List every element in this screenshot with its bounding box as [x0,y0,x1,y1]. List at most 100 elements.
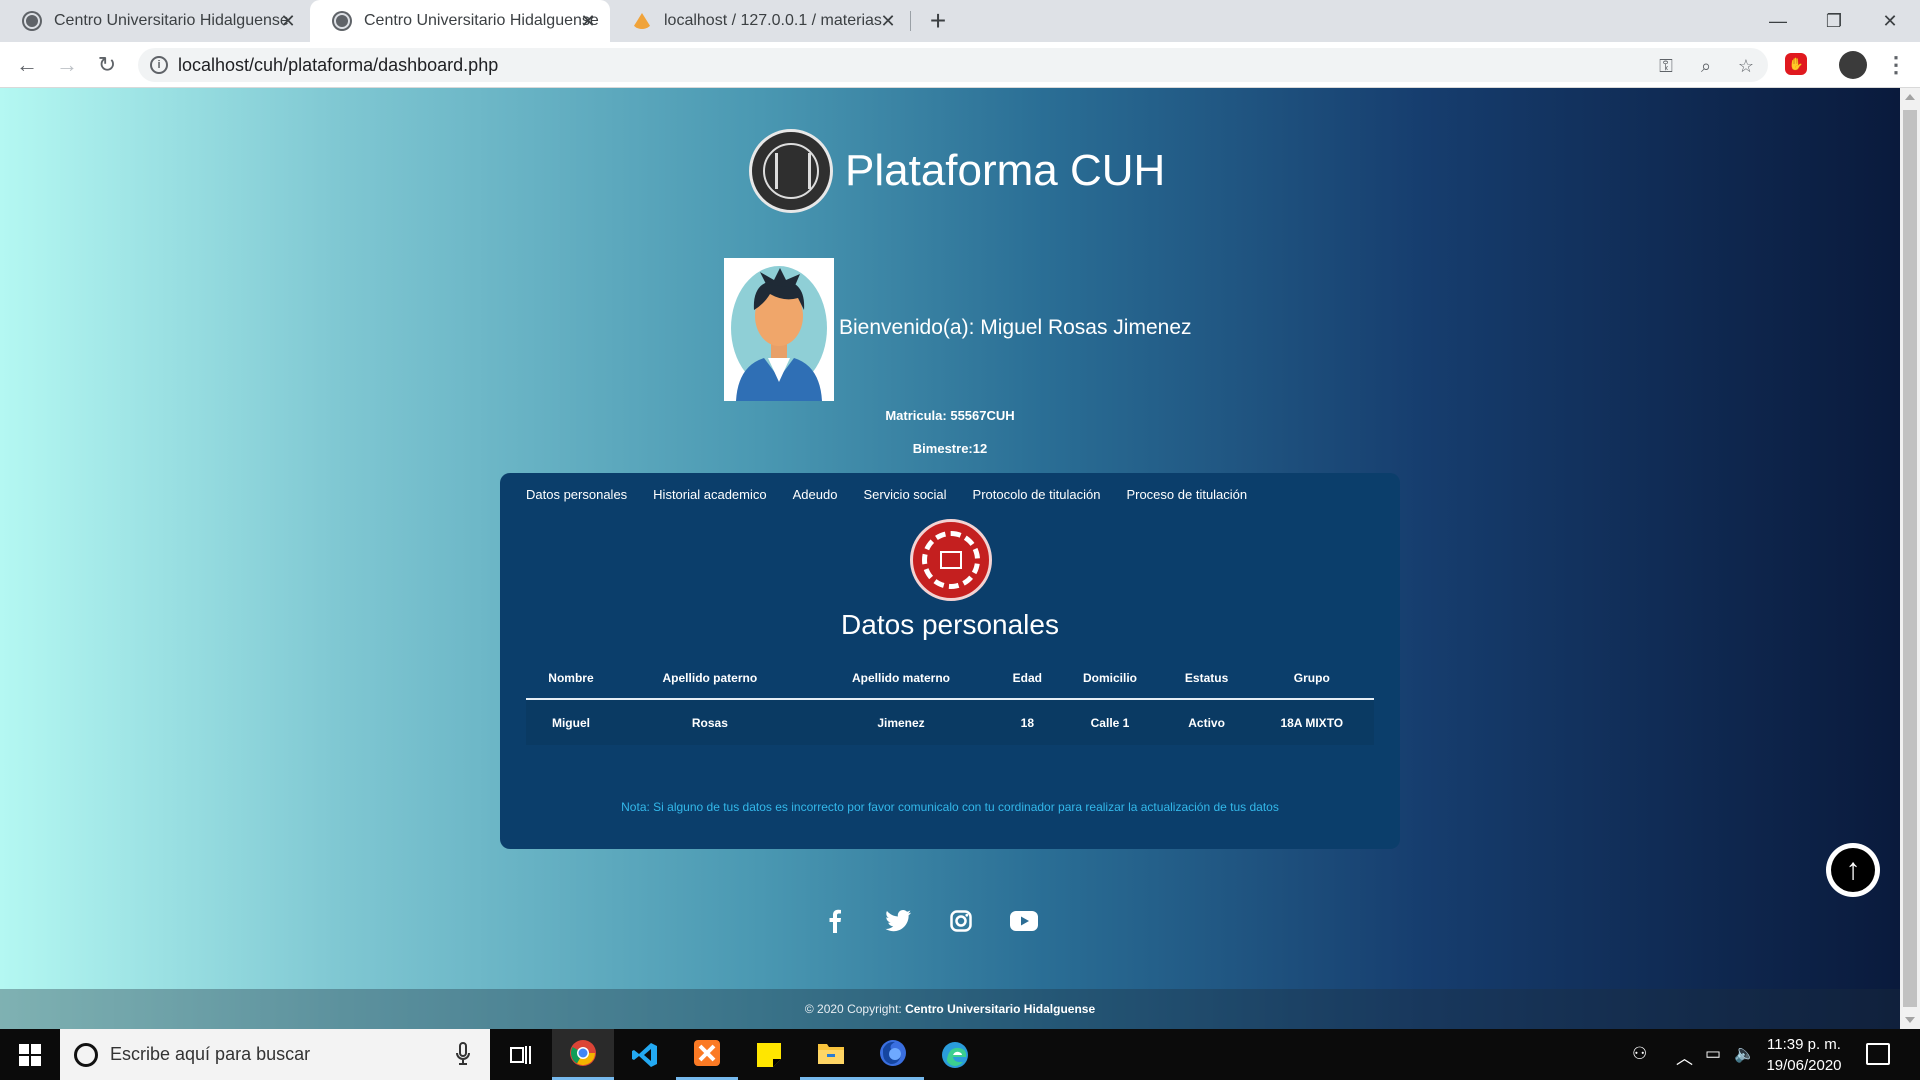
menu-item-historial-academico[interactable]: Historial academico [653,487,766,502]
table-header-row: Nombre Apellido paterno Apellido materno… [526,657,1374,700]
page-footer: © 2020 Copyright: Centro Universitario H… [0,989,1900,1029]
column-header: Estatus [1163,657,1250,700]
page-title: Plataforma CUH [845,146,1166,195]
column-header: Edad [998,657,1057,700]
table-cell: Miguel [526,699,616,745]
clock-date: 19/06/2020 [1766,1057,1842,1074]
section-title: Datos personales [841,609,1059,640]
close-tab-icon[interactable]: ✕ [278,11,298,31]
personal-data-table: Nombre Apellido paterno Apellido materno… [526,657,1374,745]
show-hidden-icons-icon[interactable]: ︿ [1676,1044,1693,1069]
menu-item-proceso-titulacion[interactable]: Proceso de titulación [1126,487,1247,502]
correction-note: Nota: Si alguno de tus datos es incorrec… [621,800,1279,814]
scroll-up-arrow-icon[interactable] [1905,94,1915,100]
site-favicon-icon [22,11,42,31]
instagram-icon[interactable] [944,904,978,938]
cortana-icon [74,1043,98,1067]
scroll-to-top-button[interactable]: ↑ [1826,843,1880,897]
sticky-notes-taskbar-icon[interactable] [738,1029,800,1080]
menu-item-protocolo-titulacion[interactable]: Protocolo de titulación [973,487,1101,502]
page-scrollbar[interactable] [1900,88,1920,1029]
copyright-text: © 2020 Copyright: [804,1002,906,1016]
profile-avatar[interactable] [1839,51,1867,79]
scrollbar-thumb[interactable] [1903,110,1917,1007]
url-text[interactable]: localhost/cuh/plataforma/dashboard.php [178,55,498,76]
adblock-extension-icon[interactable]: ✋ [1785,53,1807,75]
search-placeholder: Escribe aquí para buscar [110,1044,311,1064]
table-cell: 18A MIXTO [1249,699,1374,745]
edge-taskbar-icon[interactable] [924,1029,986,1080]
restore-icon[interactable]: ❐ [1806,0,1862,42]
browser-menu-icon[interactable]: ⋮ [1885,52,1907,78]
browser-toolbar: ← → ↻ i localhost/cuh/plataforma/dashboa… [0,42,1920,88]
student-id: Matricula: 55567CUH [885,408,1015,423]
bookmark-star-icon[interactable]: ☆ [1736,56,1756,76]
file-explorer-taskbar-icon[interactable] [800,1029,862,1080]
institution-seal-icon [910,519,992,601]
zoom-icon[interactable]: ⌕ [1696,56,1716,76]
facebook-icon[interactable] [818,904,852,938]
close-window-icon[interactable]: ✕ [1862,0,1918,42]
footer-link[interactable]: Centro Universitario Hidalguense [905,1002,1095,1016]
vscode-taskbar-icon[interactable] [614,1029,676,1080]
windows-start-button[interactable] [0,1029,60,1080]
scroll-down-arrow-icon[interactable] [1905,1017,1915,1023]
tab-separator [910,11,911,31]
xampp-taskbar-icon[interactable] [676,1029,738,1080]
social-links [818,904,1041,938]
chrome-taskbar-icon[interactable] [552,1029,614,1080]
arrow-up-icon: ↑ [1831,848,1875,892]
taskbar-search-box[interactable]: Escribe aquí para buscar [60,1029,490,1080]
back-icon[interactable]: ← [12,50,42,80]
cuh-logo-icon [749,129,833,213]
twitter-icon[interactable] [881,904,915,938]
column-header: Grupo [1249,657,1374,700]
task-view-icon[interactable] [490,1029,552,1080]
table-row: Miguel Rosas Jimenez 18 Calle 1 Activo 1… [526,699,1374,745]
notifications-icon[interactable] [1866,1043,1890,1065]
menu-item-adeudo[interactable]: Adeudo [793,487,838,502]
dashboard-card: Datos personales Historial academico Ade… [500,473,1400,849]
youtube-icon[interactable] [1007,904,1041,938]
firefox-taskbar-icon[interactable] [862,1029,924,1080]
menu-item-datos-personales[interactable]: Datos personales [526,487,627,502]
browser-tab-2[interactable]: Centro Universitario Hidalguense ✕ [310,0,610,42]
tab-title: Centro Universitario Hidalguense [364,12,599,29]
table-cell: Rosas [615,699,804,745]
key-icon[interactable]: ⚿ [1656,56,1676,76]
menu-item-servicio-social[interactable]: Servicio social [863,487,946,502]
microphone-icon[interactable] [456,1042,470,1066]
address-bar[interactable]: i localhost/cuh/plataforma/dashboard.php… [138,48,1768,82]
student-bimestre: Bimestre:12 [912,441,988,456]
column-header: Apellido materno [803,657,999,700]
table-cell: Activo [1163,699,1250,745]
browser-tab-1[interactable]: Centro Universitario Hidalguense ✕ [0,0,310,42]
forward-icon[interactable]: → [52,50,82,80]
welcome-message: Bienvenido(a): Miguel Rosas Jimenez [839,316,1192,339]
phpmyadmin-favicon-icon [632,11,652,31]
battery-icon[interactable]: ▭ [1705,1044,1721,1064]
browser-tab-3[interactable]: localhost / 127.0.0.1 / materias / ✕ [610,0,910,42]
user-avatar-illustration [731,266,827,401]
site-info-icon[interactable]: i [150,56,168,74]
reload-icon[interactable]: ↻ [92,50,122,80]
page-viewport: Plataforma CUH Bienvenido(a): Miguel Ros… [0,88,1900,1029]
new-tab-button[interactable]: + [923,6,953,36]
tab-title: localhost / 127.0.0.1 / materias / [664,12,884,29]
browser-tabstrip: Centro Universitario Hidalguense ✕ Centr… [0,0,1920,42]
windows-logo-icon [19,1043,41,1066]
minimize-icon[interactable]: ― [1750,0,1806,42]
user-avatar [724,258,834,401]
site-favicon-icon [332,11,352,31]
windows-taskbar: Escribe aquí para buscar ⚇ ︿ ▭ 🔈 11:39 p… [0,1029,1920,1080]
table-cell: Jimenez [803,699,999,745]
dashboard-menu: Datos personales Historial academico Ade… [526,487,1273,502]
close-tab-icon[interactable]: ✕ [578,11,598,31]
people-icon[interactable]: ⚇ [1632,1044,1647,1064]
tab-title: Centro Universitario Hidalguense [54,12,289,29]
column-header: Domicilio [1056,657,1164,700]
volume-muted-icon[interactable]: 🔈 [1734,1044,1755,1064]
taskbar-clock[interactable]: 11:39 p. m. 19/06/2020 [1756,1034,1852,1076]
column-header: Nombre [526,657,616,700]
close-tab-icon[interactable]: ✕ [878,11,898,31]
